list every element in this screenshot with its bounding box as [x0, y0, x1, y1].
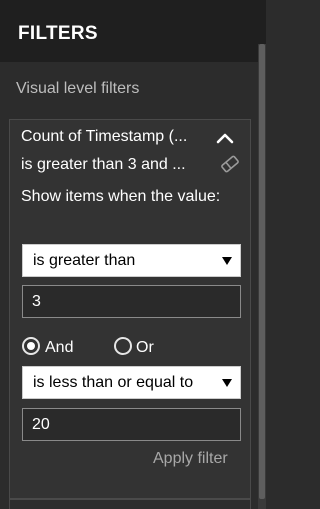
- filter-field-name[interactable]: Count of Timestamp (...: [21, 128, 187, 146]
- filter-condition-summary: is greater than 3 and ...: [21, 156, 186, 173]
- scrollbar[interactable]: [258, 44, 266, 509]
- next-filter-card[interactable]: [9, 499, 251, 509]
- apply-filter-link[interactable]: Apply filter: [153, 450, 228, 468]
- condition2-value: 20: [32, 416, 50, 433]
- condition1-operator-value: is greater than: [33, 252, 136, 269]
- filters-header: FILTERS: [0, 0, 266, 62]
- visual-level-filters-label: Visual level filters: [16, 80, 140, 97]
- eraser-icon[interactable]: [219, 155, 241, 173]
- condition2-operator-select[interactable]: is less than or equal to: [22, 366, 241, 399]
- condition1-operator-select[interactable]: is greater than: [22, 244, 241, 277]
- condition2-value-input[interactable]: 20: [22, 408, 241, 441]
- filters-title: FILTERS: [18, 23, 98, 44]
- triangle-down-icon: [222, 379, 232, 387]
- filters-pane: FILTERS Visual level filters Count of Ti…: [0, 0, 266, 509]
- or-radio[interactable]: [114, 337, 132, 355]
- show-items-label: Show items when the value:: [21, 188, 221, 205]
- triangle-down-icon: [222, 257, 232, 265]
- condition1-value-input[interactable]: 3: [22, 285, 241, 318]
- and-radio-label[interactable]: And: [45, 339, 73, 357]
- or-radio-label[interactable]: Or: [136, 339, 154, 357]
- condition1-value: 3: [32, 293, 41, 310]
- and-radio[interactable]: [22, 337, 40, 355]
- condition2-operator-value: is less than or equal to: [33, 374, 194, 391]
- chevron-up-icon[interactable]: [215, 131, 235, 145]
- scrollbar-thumb[interactable]: [259, 44, 265, 499]
